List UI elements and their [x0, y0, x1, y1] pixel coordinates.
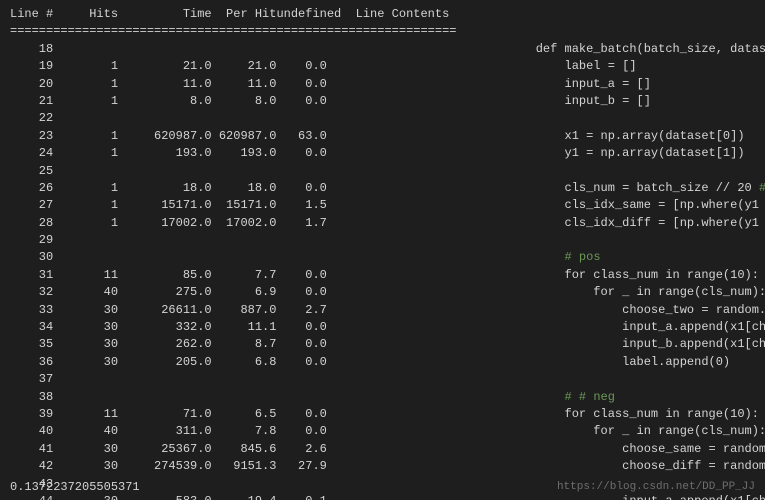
profiler-row: 42 30 274539.0 9151.3 27.9 choose_diff =… — [10, 458, 755, 475]
profiler-row: 23 1 620987.0 620987.0 63.0 x1 = np.arra… — [10, 128, 755, 145]
watermark-url: https://blog.csdn.net/DD_PP_JJ — [557, 480, 755, 496]
row-stats: 18 — [10, 42, 341, 56]
row-code: for class_num in range(10): — [341, 407, 759, 421]
profiler-row: 31 11 85.0 7.7 0.0 for class_num in rang… — [10, 267, 755, 284]
profiler-row: 40 40 311.0 7.8 0.0 for _ in range(cls_n… — [10, 423, 755, 440]
row-stats: 37 — [10, 372, 341, 386]
profiler-row: 34 30 332.0 11.1 0.0 input_a.append(x1[c… — [10, 319, 755, 336]
footer-total-time: 0.1372237205505371 — [10, 479, 140, 496]
row-stats: 30 — [10, 250, 341, 264]
row-code: for _ in range(cls_num): — [341, 285, 765, 299]
row-stats: 26 1 18.0 18.0 0.0 — [10, 181, 341, 195]
profiler-row: 26 1 18.0 18.0 0.0 cls_num = batch_size … — [10, 180, 755, 197]
row-stats: 19 1 21.0 21.0 0.0 — [10, 59, 341, 73]
row-code: def make_batch(batch_size, dataset): — [341, 42, 765, 56]
row-stats: 25 — [10, 164, 341, 178]
row-code: choose_same = random.sample(cls_idx_same… — [341, 442, 765, 456]
row-stats: 42 30 274539.0 9151.3 27.9 — [10, 459, 341, 473]
row-code: cls_num = batch_size // 20 — [341, 181, 759, 195]
profiler-row: 38 # # neg — [10, 389, 755, 406]
row-code: cls_idx_diff = [np.where(y1 != i)[0] for… — [341, 216, 765, 230]
row-stats: 32 40 275.0 6.9 0.0 — [10, 285, 341, 299]
profiler-row: 27 1 15171.0 15171.0 1.5 cls_idx_same = … — [10, 197, 755, 214]
row-stats: 24 1 193.0 193.0 0.0 — [10, 146, 341, 160]
row-stats: 28 1 17002.0 17002.0 1.7 — [10, 216, 341, 230]
row-stats: 40 40 311.0 7.8 0.0 — [10, 424, 341, 438]
row-code: input_b = [] — [341, 94, 651, 108]
row-code — [341, 372, 535, 386]
profiler-row: 24 1 193.0 193.0 0.0 y1 = np.array(datas… — [10, 145, 755, 162]
row-comment: # # neg — [565, 390, 615, 404]
row-stats: 39 11 71.0 6.5 0.0 — [10, 407, 341, 421]
row-code: label.append(0) — [341, 355, 730, 369]
row-stats: 36 30 205.0 6.8 0.0 — [10, 355, 341, 369]
divider-line: ========================================… — [10, 23, 755, 40]
profiler-row: 39 11 71.0 6.5 0.0 for class_num in rang… — [10, 406, 755, 423]
profiler-row: 33 30 26611.0 887.0 2.7 choose_two = ran… — [10, 302, 755, 319]
row-code — [341, 233, 535, 247]
profiler-row: 18 def make_batch(batch_size, dataset): — [10, 41, 755, 58]
profiler-row: 35 30 262.0 8.7 0.0 input_b.append(x1[ch… — [10, 336, 755, 353]
row-code: y1 = np.array(dataset[1]) — [341, 146, 744, 160]
row-comment: # 每个类采样个数, pos neg — [759, 181, 765, 195]
profiler-row: 32 40 275.0 6.9 0.0 for _ in range(cls_n… — [10, 284, 755, 301]
profiler-row: 29 — [10, 232, 755, 249]
profiler-output: Line # Hits Time Per Hitundefined Line C… — [0, 0, 765, 500]
row-code: label = [] — [341, 59, 636, 73]
profiler-rows: 18 def make_batch(batch_size, dataset): … — [10, 41, 755, 500]
row-stats: 29 — [10, 233, 341, 247]
row-stats: 38 — [10, 390, 341, 404]
row-stats: 23 1 620987.0 620987.0 63.0 — [10, 129, 341, 143]
row-code: choose_diff = random.sample(cls_idx_diff… — [341, 459, 765, 473]
row-code: input_a = [] — [341, 77, 651, 91]
row-code — [341, 477, 535, 491]
row-stats: 35 30 262.0 8.7 0.0 — [10, 337, 341, 351]
row-code: input_b.append(x1[choose_two[1]]) — [341, 337, 765, 351]
row-stats: 20 1 11.0 11.0 0.0 — [10, 77, 341, 91]
row-code — [341, 164, 535, 178]
profiler-row: 22 — [10, 110, 755, 127]
row-stats: 41 30 25367.0 845.6 2.6 — [10, 442, 341, 456]
column-headers: Line # Hits Time Per Hitundefined Line C… — [10, 6, 755, 23]
row-stats: 22 — [10, 111, 341, 125]
profiler-row: 30 # pos — [10, 249, 755, 266]
row-code: input_a.append(x1[choose_two[0]]) — [341, 320, 765, 334]
row-code — [341, 250, 564, 264]
row-code: choose_two = random.sample(cls_idx_same[… — [341, 303, 765, 317]
row-stats: 27 1 15171.0 15171.0 1.5 — [10, 198, 341, 212]
profiler-row: 37 — [10, 371, 755, 388]
profiler-row: 21 1 8.0 8.0 0.0 input_b = [] — [10, 93, 755, 110]
row-code: for class_num in range(10): — [341, 268, 765, 282]
profiler-row: 19 1 21.0 21.0 0.0 label = [] — [10, 58, 755, 75]
profiler-row: 25 — [10, 163, 755, 180]
profiler-row: 36 30 205.0 6.8 0.0 label.append(0) — [10, 354, 755, 371]
row-code: x1 = np.array(dataset[0]) — [341, 129, 744, 143]
row-code — [341, 111, 535, 125]
profiler-row: 41 30 25367.0 845.6 2.6 choose_same = ra… — [10, 441, 755, 458]
row-code: cls_idx_same = [np.where(y1 == i)[0] for… — [341, 198, 765, 212]
profiler-row: 20 1 11.0 11.0 0.0 input_a = [] — [10, 76, 755, 93]
row-stats: 21 1 8.0 8.0 0.0 — [10, 94, 341, 108]
profiler-row: 28 1 17002.0 17002.0 1.7 cls_idx_diff = … — [10, 215, 755, 232]
row-code — [341, 390, 564, 404]
row-stats: 33 30 26611.0 887.0 2.7 — [10, 303, 341, 317]
row-stats: 34 30 332.0 11.1 0.0 — [10, 320, 341, 334]
row-code: for _ in range(cls_num): — [341, 424, 765, 438]
row-comment: # pos — [565, 250, 601, 264]
row-stats: 31 11 85.0 7.7 0.0 — [10, 268, 341, 282]
